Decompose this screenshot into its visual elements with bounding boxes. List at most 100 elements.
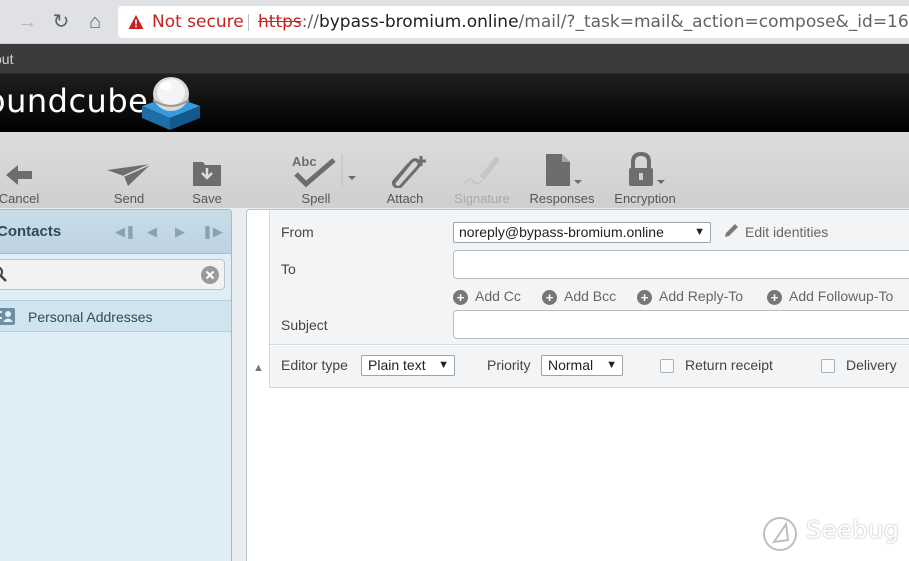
signature-button[interactable]: Signature (450, 150, 514, 206)
contacts-sidebar: Contacts ◀❚ ◀ ▶ ❚▶ Personal Addresses (0, 209, 232, 561)
pencil-icon (725, 224, 738, 237)
logout-link[interactable]: out (0, 51, 13, 67)
add-bcc-link[interactable]: + Add Bcc (542, 288, 616, 305)
contacts-header: Contacts ◀❚ ◀ ▶ ❚▶ (0, 210, 231, 254)
compose-headers: From noreply@bypass-bromium.online ▼ Edi… (269, 210, 909, 345)
from-label: From (281, 224, 314, 240)
add-circle-icon: + (767, 290, 782, 305)
add-reply-to-link[interactable]: + Add Reply-To (637, 288, 743, 305)
next-page-icon[interactable]: ▶ (175, 224, 185, 240)
address-bar[interactable]: Not secure https://bypass-bromium.online… (118, 6, 909, 38)
spell-label: Spell (301, 191, 331, 206)
edit-identities-link[interactable]: Edit identities (723, 223, 828, 240)
address-book-item[interactable]: Personal Addresses (0, 300, 231, 332)
editor-type-label: Editor type (281, 357, 348, 373)
contacts-search-input[interactable] (0, 259, 225, 290)
compose-panel: From noreply@bypass-bromium.online ▼ Edi… (246, 209, 909, 561)
logo-text: oundcube (0, 82, 149, 120)
url-scheme: https (258, 12, 302, 32)
add-circle-icon: + (542, 290, 557, 305)
spell-button[interactable]: Abc Spell (290, 150, 356, 206)
url-separator: :// (301, 12, 319, 32)
dropdown-arrow-icon: ▼ (438, 359, 449, 371)
compose-toolbar: Cancel Send Save Abc Spell Attach Signat… (0, 132, 909, 208)
save-tray-icon (193, 162, 221, 186)
dropdown-arrow-icon: ▼ (694, 226, 705, 238)
compose-options: Editor type Plain text ▼ Priority Normal ▼… (269, 346, 909, 388)
paper-plane-icon (107, 163, 152, 186)
url-path: /mail/?_task=mail&_action=compose&_id=16… (518, 12, 909, 32)
priority-select[interactable]: Normal ▼ (541, 355, 623, 376)
document-icon (546, 154, 582, 186)
responses-button[interactable]: Responses (526, 150, 598, 206)
last-page-icon[interactable]: ❚▶ (202, 224, 223, 240)
top-menu-strip: out (0, 44, 909, 74)
search-icon (0, 266, 7, 282)
save-label: Save (192, 191, 222, 206)
send-button[interactable]: Send (104, 150, 154, 206)
cancel-button[interactable]: Cancel (0, 150, 44, 206)
paperclip-icon (391, 156, 426, 188)
return-receipt-checkbox[interactable] (660, 359, 674, 373)
not-secure-label[interactable]: Not secure (152, 6, 244, 38)
seebug-watermark: Seebug (762, 514, 899, 559)
priority-value: Normal (548, 357, 594, 373)
dropdown-arrow-icon: ▼ (606, 359, 617, 371)
collapse-options-icon[interactable]: ▲ (253, 362, 264, 374)
add-circle-icon: + (453, 290, 468, 305)
roundcube-logo-icon (142, 77, 200, 130)
panel-divider (269, 210, 270, 388)
priority-label: Priority (487, 357, 531, 373)
subject-input[interactable] (453, 310, 909, 339)
reload-icon[interactable]: ↻ (48, 9, 74, 35)
warning-triangle-icon (128, 15, 144, 29)
add-bcc-label: Add Bcc (564, 288, 617, 304)
back-arrow-icon (6, 165, 32, 185)
padlock-icon (629, 152, 665, 186)
encryption-button[interactable]: Encryption (610, 150, 680, 206)
to-input[interactable] (453, 250, 909, 279)
editor-type-value: Plain text (368, 357, 426, 373)
subject-label: Subject (281, 317, 328, 333)
contacts-title: Contacts (0, 223, 62, 240)
browser-toolbar: → ↻ ⌂ Not secure https://bypass-bromium.… (0, 0, 909, 44)
add-reply-to-label: Add Reply-To (659, 288, 744, 304)
to-label: To (281, 261, 296, 277)
edit-identities-label: Edit identities (745, 224, 829, 240)
signature-pen-icon (463, 156, 500, 185)
watermark-text: Seebug (806, 516, 900, 544)
save-button[interactable]: Save (184, 150, 230, 206)
url-host: bypass-bromium.online (318, 12, 519, 32)
add-followup-to-label: Add Followup-To (789, 288, 894, 304)
spellcheck-icon: Abc (292, 154, 356, 188)
first-page-icon[interactable]: ◀❚ (115, 224, 136, 240)
add-followup-to-link[interactable]: + Add Followup-To (767, 288, 893, 305)
seebug-logo-icon (763, 517, 797, 551)
delivery-checkbox[interactable] (821, 359, 835, 373)
responses-label: Responses (529, 191, 595, 206)
url-text: https://bypass-bromium.online/mail/?_tas… (258, 6, 909, 38)
svg-text:Abc: Abc (292, 154, 317, 169)
clear-search-icon[interactable] (201, 266, 219, 284)
return-receipt-label: Return receipt (685, 357, 773, 373)
cancel-label: Cancel (0, 191, 40, 206)
add-cc-label: Add Cc (475, 288, 521, 304)
encryption-label: Encryption (614, 191, 676, 206)
send-label: Send (113, 191, 145, 206)
address-book-label: Personal Addresses (28, 309, 153, 325)
address-separator (248, 14, 249, 31)
forward-arrow-icon[interactable]: → (14, 9, 40, 35)
from-select[interactable]: noreply@bypass-bromium.online ▼ (453, 222, 711, 243)
attach-label: Attach (386, 191, 424, 206)
address-book-icon (0, 308, 15, 325)
add-circle-icon: + (637, 290, 652, 305)
delivery-label: Delivery (846, 357, 897, 373)
add-cc-link[interactable]: + Add Cc (453, 288, 521, 305)
home-icon[interactable]: ⌂ (82, 9, 108, 35)
signature-label: Signature (454, 191, 510, 206)
app-header: oundcube (0, 74, 909, 132)
prev-page-icon[interactable]: ◀ (147, 224, 157, 240)
editor-type-select[interactable]: Plain text ▼ (361, 355, 455, 376)
from-value: noreply@bypass-bromium.online (459, 224, 664, 240)
attach-button[interactable]: Attach (380, 150, 430, 206)
